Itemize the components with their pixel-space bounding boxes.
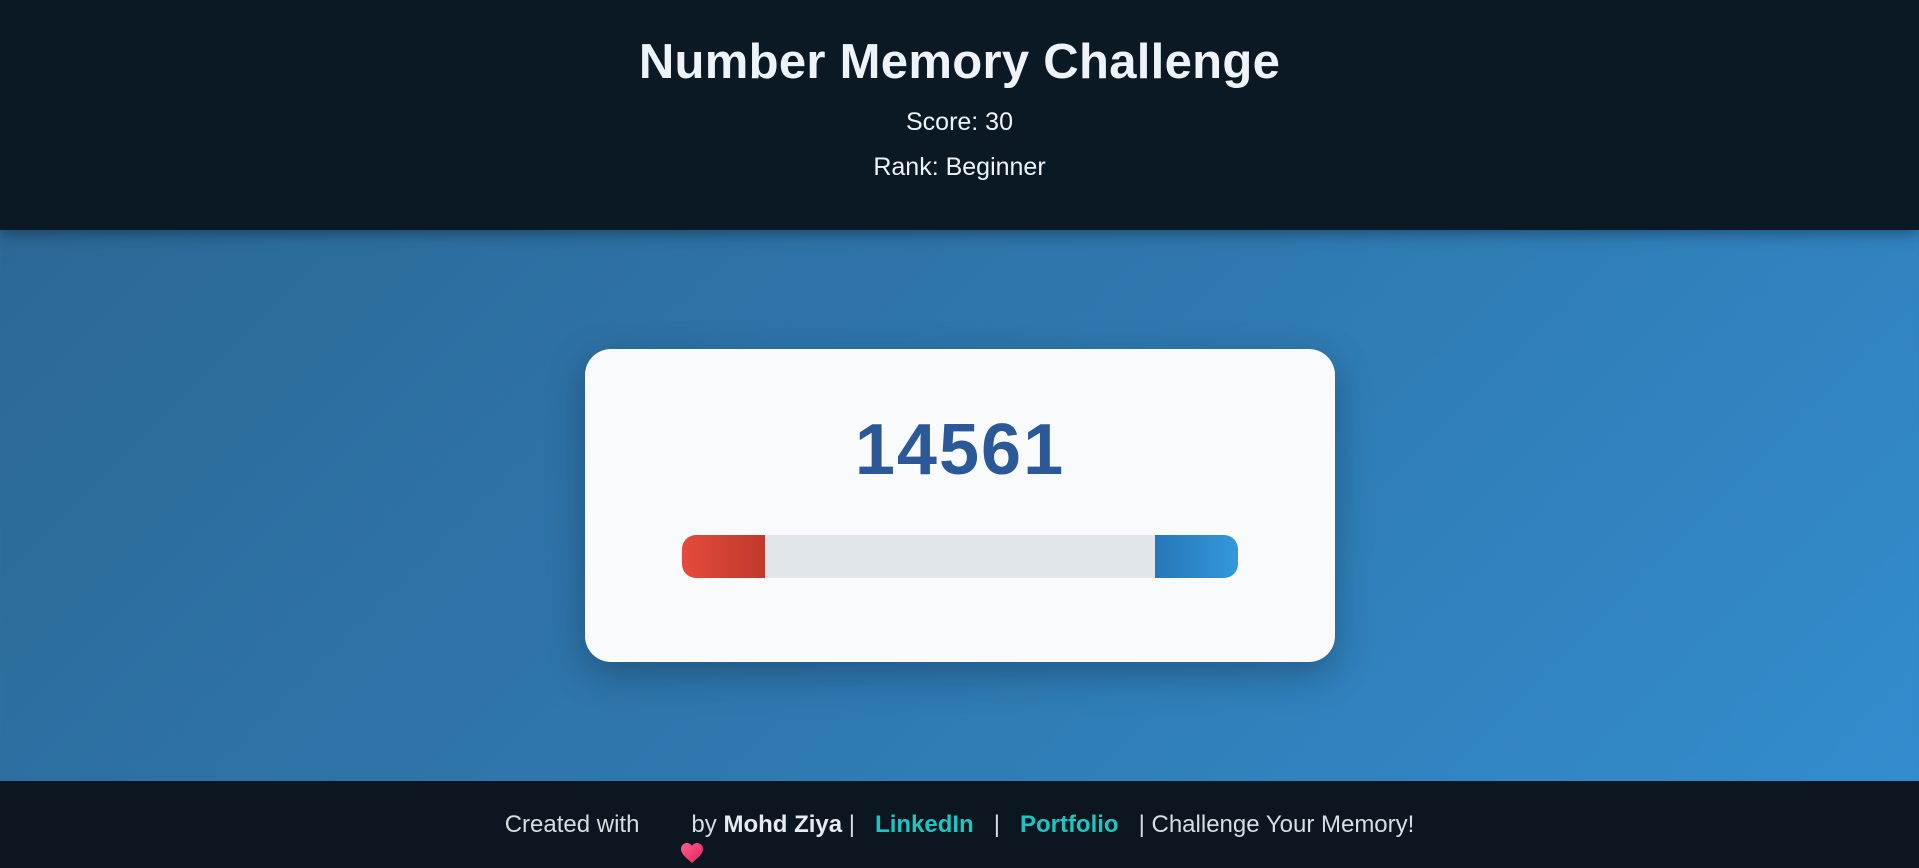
header: Number Memory Challenge Score: 30 Rank: …: [0, 0, 1919, 230]
portfolio-link[interactable]: Portfolio: [1020, 811, 1119, 839]
footer-separator: |: [993, 810, 1000, 838]
timer-progress-bar: [682, 535, 1238, 578]
footer-author: Mohd Ziya: [723, 810, 843, 838]
footer-tagline: | Challenge Your Memory!: [1138, 810, 1415, 838]
rank-display: Rank: Beginner: [873, 153, 1046, 181]
heart-icon: [653, 814, 704, 863]
footer-created-with: Created with: [504, 810, 640, 838]
memory-number: 14561: [854, 410, 1066, 490]
score-display: Score: 30: [905, 108, 1013, 136]
timer-progress-left-fill: [682, 535, 766, 578]
footer-separator: |: [848, 810, 856, 838]
footer: Created with by Mohd Ziya | LinkedIn | P…: [0, 781, 1919, 868]
linkedin-link[interactable]: LinkedIn: [875, 811, 974, 839]
timer-progress-right-fill: [1154, 535, 1238, 578]
game-card: 14561: [585, 349, 1335, 662]
page-title: Number Memory Challenge: [638, 35, 1281, 89]
footer-by: by: [691, 810, 717, 838]
